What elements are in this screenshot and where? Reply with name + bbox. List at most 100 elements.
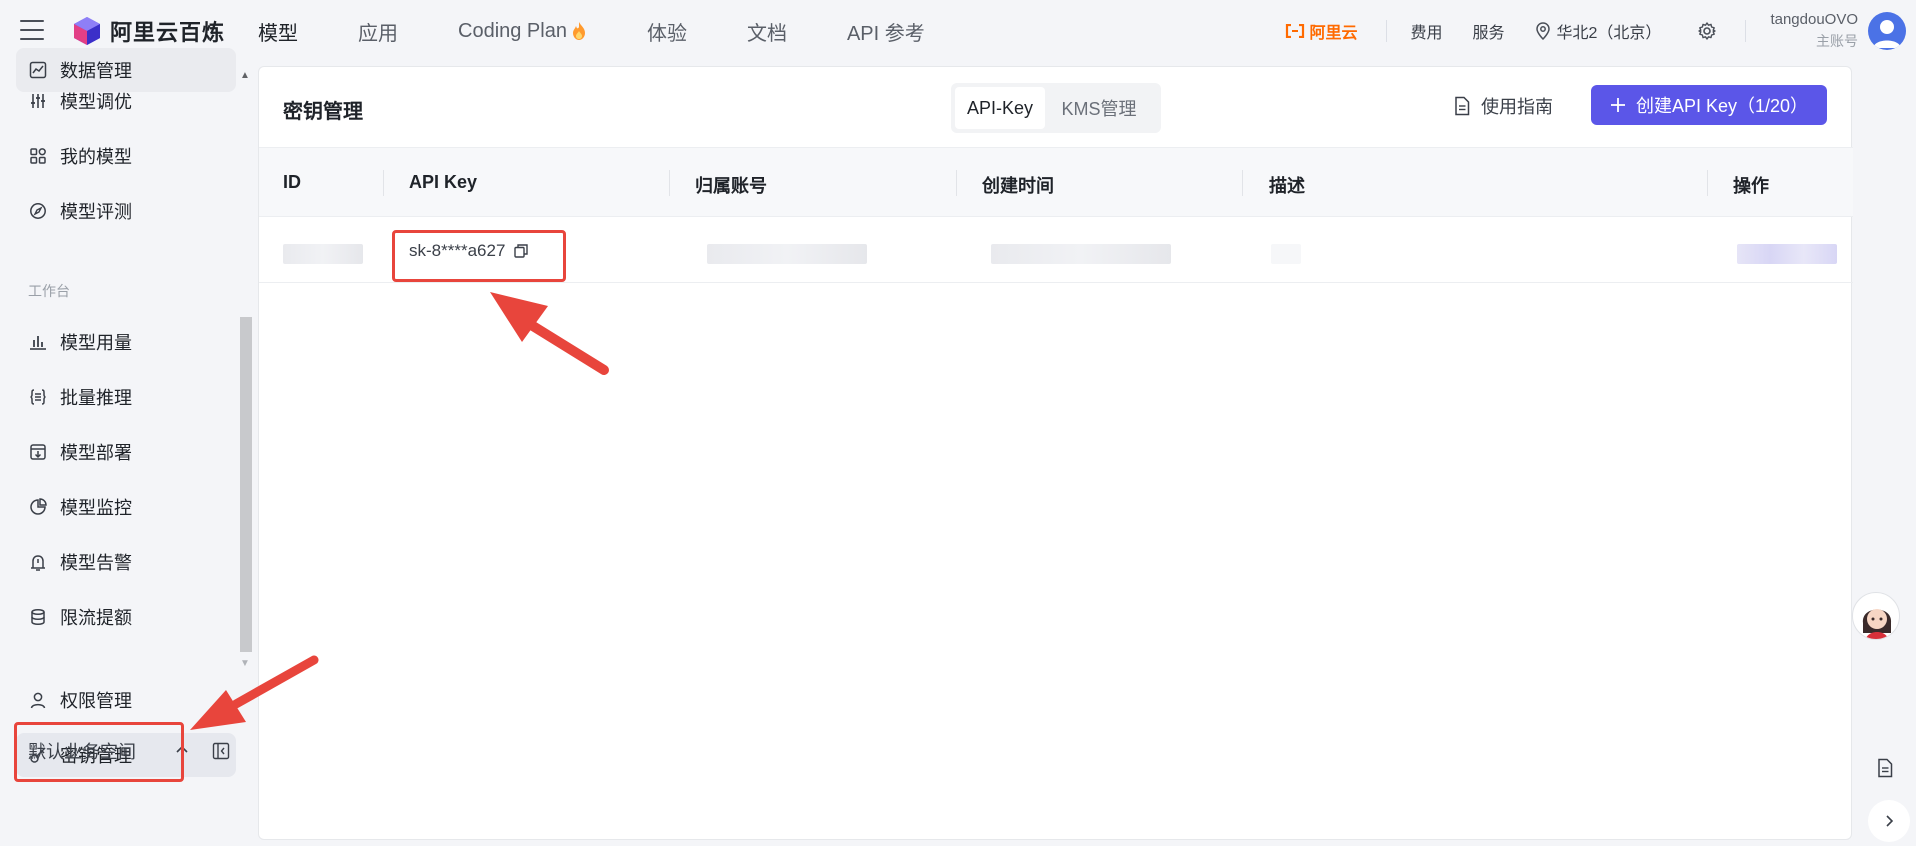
tab-api-key[interactable]: API-Key: [955, 87, 1045, 129]
column-divider: [383, 170, 384, 196]
sidebar-item-label: 限流提额: [60, 608, 132, 628]
column-divider: [1242, 170, 1243, 196]
nav-model[interactable]: 模型: [258, 17, 298, 46]
nav-docs-label: 文档: [746, 22, 787, 45]
sidebar-scrollbar-thumb[interactable]: [240, 317, 252, 652]
avatar[interactable]: [1868, 12, 1906, 50]
user-info[interactable]: tangdouOVO 主账号: [1770, 11, 1858, 51]
sidebar-item-batch-inference[interactable]: 批量推理: [16, 375, 236, 419]
region-selector[interactable]: 华北2（北京）: [1535, 19, 1662, 43]
scroll-up-arrow-icon[interactable]: ▲: [240, 70, 250, 81]
document-icon: [1455, 96, 1470, 116]
account-cell-redacted: [707, 244, 867, 264]
actions-cell-redacted[interactable]: [1737, 244, 1837, 264]
sidebar-item-my-models[interactable]: 我的模型: [16, 134, 236, 178]
usage-guide-label: 使用指南: [1481, 97, 1553, 117]
alarm-bell-icon: [28, 552, 48, 572]
assistant-avatar[interactable]: [1852, 592, 1900, 640]
user-role: 主账号: [1816, 33, 1858, 49]
user-icon: [28, 690, 48, 710]
create-api-key-label: 创建API Key（1/20）: [1635, 96, 1809, 116]
flame-icon: [572, 22, 585, 40]
service-link[interactable]: 服务: [1473, 19, 1505, 43]
bailian-logo-icon: [74, 17, 100, 45]
key-management-highlight-box: [14, 722, 184, 782]
username: tangdouOVO: [1770, 11, 1858, 28]
region-label: 华北2（北京）: [1556, 25, 1662, 42]
sidebar-item-permissions[interactable]: 权限管理: [16, 678, 236, 722]
chart-line-icon: [28, 60, 48, 80]
sidebar-item-label: 模型监控: [60, 498, 132, 518]
sliders-icon: [28, 91, 48, 111]
bar-chart-icon: [28, 332, 48, 352]
id-cell-redacted: [283, 244, 363, 264]
aliyun-link[interactable]: 阿里云: [1285, 19, 1358, 43]
sidebar-item-model-evaluation[interactable]: 模型评测: [16, 189, 236, 233]
nav-experience[interactable]: 体验: [647, 17, 687, 46]
create-api-key-button[interactable]: 创建API Key（1/20）: [1591, 85, 1827, 125]
usage-guide-link[interactable]: 使用指南: [1453, 93, 1553, 119]
sidebar-item-model-usage[interactable]: 模型用量: [16, 320, 236, 364]
tab-kms[interactable]: KMS管理: [1045, 87, 1153, 129]
chevron-right-icon: [1886, 815, 1894, 827]
nav-coding-plan-label: Coding Plan: [458, 19, 567, 42]
top-navigation-bar: 阿里云百炼 模型 应用 Coding Plan 体验 文档 API 参考 阿里云…: [0, 0, 1916, 62]
apps-grid-icon: [28, 146, 48, 166]
sidebar-item-model-alerts[interactable]: 模型告警: [16, 540, 236, 584]
sidebar-item-label: 模型告警: [60, 553, 132, 573]
expand-panel-button[interactable]: [1868, 800, 1910, 842]
page-title: 密钥管理: [283, 101, 363, 123]
sidebar-item-model-tuning[interactable]: 模型调优: [16, 79, 236, 123]
description-cell-redacted: [1271, 244, 1301, 264]
column-header-created-time: 创建时间: [982, 176, 1054, 196]
column-divider: [956, 170, 957, 196]
sidebar-item-model-monitoring[interactable]: 模型监控: [16, 485, 236, 529]
column-divider: [1707, 170, 1708, 196]
sidebar-item-label: 我的模型: [60, 147, 132, 167]
nav-docs[interactable]: 文档: [747, 17, 787, 46]
nav-api-reference-label: API 参考: [846, 22, 925, 45]
column-header-api-key: API Key: [409, 172, 478, 192]
braces-list-icon: [28, 387, 48, 407]
main-nav: 模型 应用 Coding Plan 体验 文档 API 参考: [258, 0, 985, 62]
logo-text: 阿里云百炼: [110, 20, 226, 45]
nav-apps[interactable]: 应用: [358, 17, 398, 46]
table-header: ID API Key 归属账号 创建时间 描述 操作: [259, 147, 1853, 217]
location-pin-icon: [1535, 22, 1550, 40]
user-avatar-icon: [1873, 20, 1901, 48]
sidebar-item-label: 模型用量: [60, 333, 132, 353]
section-label-workbench: 工作台: [28, 283, 70, 299]
billing-link[interactable]: 费用: [1411, 19, 1443, 43]
sidebar-item-model-deployment[interactable]: 模型部署: [16, 430, 236, 474]
nav-apps-label: 应用: [358, 22, 398, 45]
nav-coding-plan[interactable]: Coding Plan: [458, 20, 587, 43]
sidebar-item-label: 模型部署: [60, 443, 132, 463]
scroll-down-arrow-icon[interactable]: ▼: [240, 658, 250, 669]
download-box-icon: [28, 442, 48, 462]
column-header-actions: 操作: [1733, 176, 1769, 196]
document-float-icon[interactable]: [1876, 758, 1894, 778]
column-header-description: 描述: [1269, 176, 1305, 196]
column-divider: [669, 170, 670, 196]
database-icon: [28, 607, 48, 627]
column-header-account: 归属账号: [695, 176, 767, 196]
aliyun-logo-icon: [1286, 24, 1305, 38]
sidebar-item-rate-limit[interactable]: 限流提额: [16, 595, 236, 639]
pie-chart-icon: [28, 497, 48, 517]
gear-icon[interactable]: [1697, 21, 1717, 41]
plus-icon: [1610, 98, 1625, 112]
compass-icon: [28, 201, 48, 221]
hamburger-menu-icon[interactable]: [20, 20, 44, 40]
nav-api-reference[interactable]: API 参考: [847, 17, 925, 46]
collapse-sidebar-icon[interactable]: [212, 742, 230, 760]
divider: [1745, 20, 1747, 42]
column-header-id: ID: [283, 172, 301, 192]
sidebar-item-label: 模型调优: [60, 92, 132, 112]
key-management-panel: 密钥管理 API-Key KMS管理 使用指南 创建API Key（1/20） …: [258, 66, 1853, 840]
created-time-cell-redacted: [991, 244, 1171, 264]
sidebar-item-label: 模型评测: [60, 202, 132, 222]
nav-model-label: 模型: [258, 22, 298, 45]
assistant-character-icon: [1862, 609, 1892, 639]
logo[interactable]: 阿里云百炼: [72, 15, 225, 47]
top-right-area: 阿里云 费用 服务 华北2（北京） tangdouOVO 主账号: [1285, 0, 1916, 62]
